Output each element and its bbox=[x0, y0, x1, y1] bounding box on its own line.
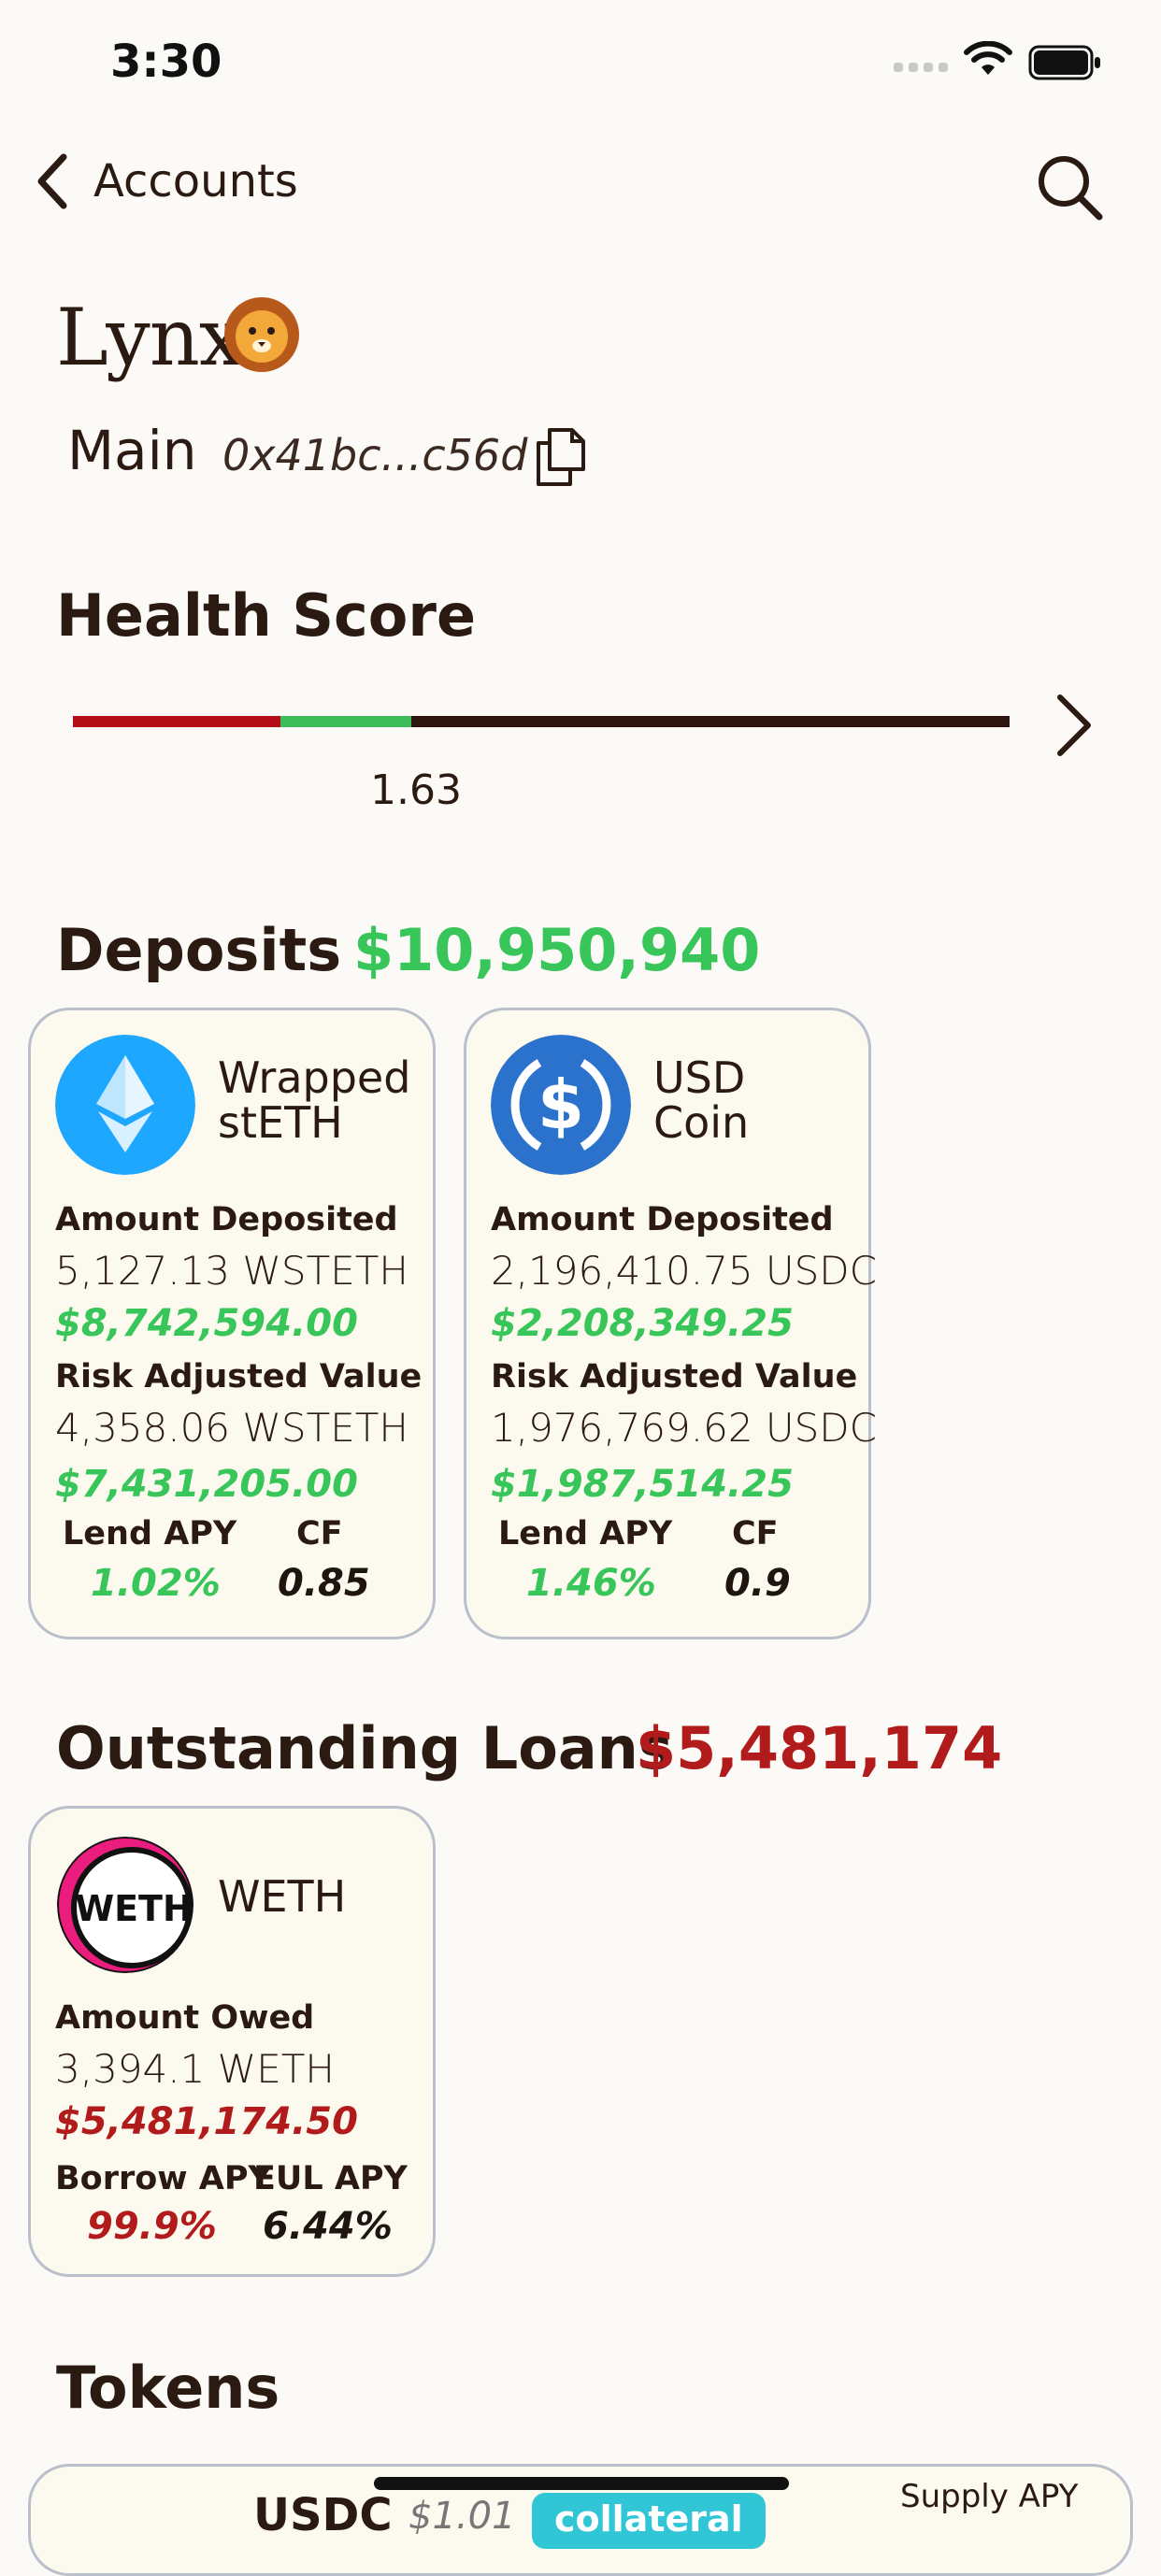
token-price: $1.01 bbox=[408, 2495, 516, 2538]
lend-apy-value: 1.02% bbox=[91, 1562, 221, 1605]
borrow-apy-value: 99.9% bbox=[87, 2205, 217, 2248]
health-bar-remaining-segment bbox=[411, 716, 1010, 727]
coin-name: WETH bbox=[218, 1871, 347, 1922]
lend-apy-label: Lend APY bbox=[498, 1515, 673, 1553]
amount-owed-value: 3,394.1 WETH bbox=[55, 2046, 335, 2092]
health-score-title: Health Score bbox=[56, 581, 477, 650]
risk-adjusted-label: Risk Adjusted Value bbox=[55, 1358, 423, 1395]
account-name: Lynx bbox=[56, 292, 243, 383]
risk-adjusted-value: 1,976,769.62 USDC bbox=[491, 1405, 877, 1451]
search-icon[interactable] bbox=[1036, 153, 1103, 221]
deposits-title: Deposits bbox=[56, 916, 342, 984]
eul-apy-value: 6.44% bbox=[263, 2205, 393, 2248]
risk-adjusted-usd: $7,431,205.00 bbox=[55, 1463, 358, 1506]
health-bar-healthy-segment bbox=[280, 716, 411, 727]
svg-text:$: $ bbox=[538, 1066, 584, 1144]
lion-emoji-icon bbox=[224, 297, 299, 372]
weth-logo-text: WETH bbox=[75, 1888, 193, 1929]
outstanding-loans-total: $5,481,174 bbox=[636, 1714, 1003, 1782]
lend-apy-value: 1.46% bbox=[526, 1562, 656, 1605]
amount-deposited-label: Amount Deposited bbox=[55, 1201, 398, 1238]
deposit-card-usdc[interactable]: $ USD Coin Amount Deposited 2,196,410.75… bbox=[464, 1008, 877, 1639]
tokens-title: Tokens bbox=[56, 2354, 280, 2422]
eul-apy-label: EUL APY bbox=[253, 2160, 408, 2197]
risk-adjusted-value: 4,358.06 WSTETH bbox=[55, 1405, 408, 1451]
status-time: 3:30 bbox=[110, 36, 222, 88]
chevron-left-icon bbox=[37, 153, 67, 209]
coin-name-line2: Coin bbox=[653, 1097, 750, 1148]
amount-deposited-value: 2,196,410.75 USDC bbox=[491, 1248, 877, 1294]
weth-icon: WETH bbox=[57, 1837, 194, 1973]
health-score-value: 1.63 bbox=[370, 766, 462, 814]
back-button[interactable]: Accounts bbox=[34, 153, 298, 209]
collateral-badge: collateral bbox=[532, 2493, 766, 2549]
outstanding-loans-title: Outstanding Loans bbox=[56, 1714, 673, 1782]
cf-value: 0.9 bbox=[724, 1562, 791, 1605]
amount-deposited-usd: $2,208,349.25 bbox=[491, 1302, 794, 1345]
chevron-right-icon[interactable] bbox=[1051, 692, 1096, 759]
coin-name-line1: Wrapped bbox=[218, 1052, 411, 1103]
cf-value: 0.85 bbox=[278, 1562, 370, 1605]
deposit-card-wsteth[interactable]: Wrapped stETH Amount Deposited 5,127.13 … bbox=[28, 1008, 436, 1639]
wallet-label: Main bbox=[67, 419, 197, 482]
coin-name-line2: stETH bbox=[218, 1097, 343, 1148]
amount-owed-label: Amount Owed bbox=[55, 1999, 315, 2037]
wallet-address: 0x41bc...c56d bbox=[222, 430, 528, 480]
coin-name-line1: USD bbox=[653, 1052, 746, 1103]
lend-apy-label: Lend APY bbox=[63, 1515, 237, 1553]
borrow-apy-label: Borrow APY bbox=[55, 2160, 272, 2197]
risk-adjusted-label: Risk Adjusted Value bbox=[491, 1358, 858, 1395]
deposits-total: $10,950,940 bbox=[353, 916, 761, 984]
coin-name: USD Coin bbox=[653, 1055, 749, 1145]
amount-deposited-usd: $8,742,594.00 bbox=[55, 1302, 358, 1345]
loan-card-weth[interactable]: WETH WETH Amount Owed 3,394.1 WETH $5,48… bbox=[28, 1806, 436, 2277]
cellular-signal-icon bbox=[894, 60, 953, 77]
battery-icon bbox=[1028, 45, 1100, 80]
back-label: Accounts bbox=[93, 155, 298, 208]
health-bar-danger-segment bbox=[73, 716, 280, 727]
wifi-icon bbox=[964, 41, 1012, 75]
cf-label: CF bbox=[296, 1515, 343, 1553]
usdc-icon: $ bbox=[491, 1035, 631, 1175]
amount-owed-usd: $5,481,174.50 bbox=[55, 2100, 358, 2143]
supply-apy-label: Supply APY bbox=[900, 2478, 1079, 2515]
coin-name: Wrapped stETH bbox=[218, 1055, 410, 1145]
health-score-bar[interactable] bbox=[73, 716, 1010, 727]
risk-adjusted-usd: $1,987,514.25 bbox=[491, 1463, 794, 1506]
amount-deposited-value: 5,127.13 WSTETH bbox=[55, 1248, 408, 1294]
token-symbol: USDC bbox=[253, 2489, 393, 2541]
wsteth-icon bbox=[55, 1035, 195, 1175]
copy-icon[interactable] bbox=[535, 426, 587, 488]
cf-label: CF bbox=[732, 1515, 779, 1553]
home-indicator[interactable] bbox=[374, 2477, 789, 2490]
amount-deposited-label: Amount Deposited bbox=[491, 1201, 834, 1238]
